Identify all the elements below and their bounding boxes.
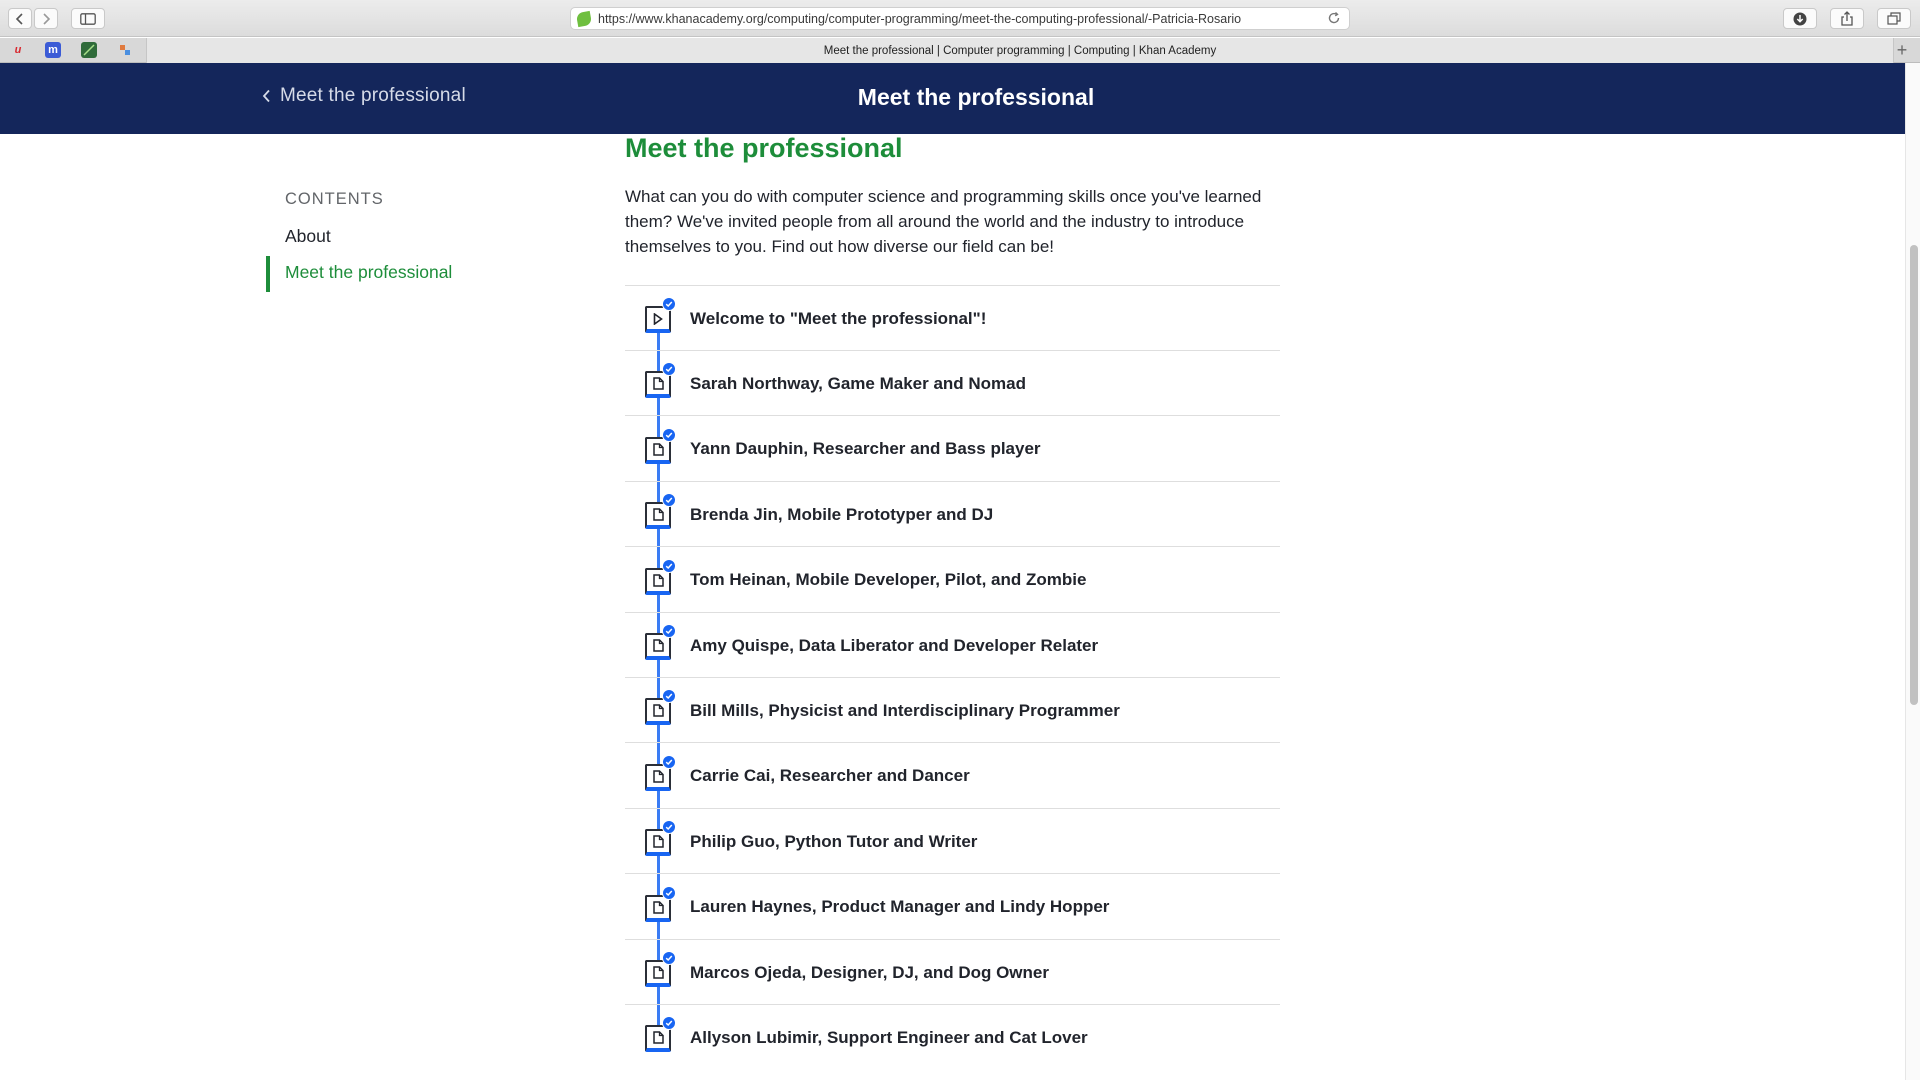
active-indicator [266,256,270,292]
list-item[interactable]: Yann Dauphin, Researcher and Bass player [625,417,1280,482]
list-item-label: Philip Guo, Python Tutor and Writer [690,831,978,851]
list-item-label: Brenda Jin, Mobile Prototyper and DJ [690,504,994,524]
address-bar[interactable]: https://www.khanacademy.org/computing/co… [570,7,1350,30]
list-item-label: Yann Dauphin, Researcher and Bass player [690,439,1041,459]
scrollbar[interactable] [1905,63,1920,1080]
tab-bar: u m Meet the professional | Computer pro… [0,38,1920,63]
forward-button[interactable] [34,8,58,29]
share-icon [1841,11,1853,26]
page-description: What can you do with computer science an… [625,187,1262,256]
share-button[interactable] [1830,8,1864,29]
contents-heading: CONTENTS [285,190,384,208]
checkmark-icon [662,362,676,377]
list-item[interactable]: Brenda Jin, Mobile Prototyper and DJ [625,482,1280,548]
list-item-label: Welcome to "Meet the professional"! [690,308,987,328]
list-item[interactable]: Marcos Ojeda, Designer, DJ, and Dog Owne… [625,940,1280,1005]
sidebar-toggle-button[interactable] [71,8,105,29]
checkmark-icon [662,624,676,638]
list-item[interactable]: Allyson Lubimir, Support Engineer and Ca… [625,1005,1280,1070]
list-item-label: Tom Heinan, Mobile Developer, Pilot, and… [690,570,1087,590]
tab-active[interactable]: Meet the professional | Computer program… [146,38,1894,63]
browser-toolbar: https://www.khanacademy.org/computing/co… [0,0,1920,37]
list-item[interactable]: Philip Guo, Python Tutor and Writer [625,809,1280,875]
back-button[interactable] [8,8,32,29]
checkmark-icon [662,885,676,900]
sidebar-item-about[interactable]: About [285,226,331,247]
sidebar-icon [80,12,96,25]
list-item[interactable]: Carrie Cai, Researcher and Dancer [625,744,1280,809]
url-text: https://www.khanacademy.org/computing/co… [598,11,1242,26]
favicon-chart-icon[interactable] [81,42,97,58]
list-item[interactable]: Tom Heinan, Mobile Developer, Pilot, and… [625,548,1280,613]
list-item-label: Carrie Cai, Researcher and Dancer [690,766,970,786]
favicon-u-icon[interactable]: u [10,42,26,58]
tab-title: Meet the professional | Computer program… [823,44,1217,57]
checkmark-icon [662,1016,676,1031]
chevron-left-icon [15,12,23,25]
site-favicon-icon [575,10,593,27]
checkmark-icon [662,689,676,704]
sidebar-item-meet-the-professional[interactable]: Meet the professional [285,262,452,283]
checkmark-icon [662,951,676,965]
list-item[interactable]: Bill Mills, Physicist and Interdisciplin… [625,678,1280,744]
tabs-icon [1887,12,1901,25]
checkmark-icon [662,558,676,573]
downloads-button[interactable] [1783,8,1817,29]
favicon-blocks-icon[interactable] [117,42,133,58]
checkmark-icon [662,297,676,311]
header-title: Meet the professional [857,84,1095,110]
page-header: Meet the professional Meet the professio… [0,63,1905,134]
list-item[interactable]: Sarah Northway, Game Maker and Nomad [625,351,1280,417]
new-tab-button[interactable]: + [1892,40,1912,60]
reload-icon[interactable] [1327,11,1341,30]
list-item-label: Bill Mills, Physicist and Interdisciplin… [690,700,1120,720]
checkmark-icon [662,493,676,508]
download-icon [1793,12,1807,25]
scrollbar-thumb[interactable] [1910,245,1918,705]
list-item-label: Marcos Ojeda, Designer, DJ, and Dog Owne… [690,962,1049,982]
tabs-overview-button[interactable] [1877,8,1911,29]
favicon-m-icon[interactable]: m [45,42,61,58]
list-item[interactable]: Welcome to "Meet the professional"! [625,286,1280,351]
page-title: Meet the professional [625,133,903,163]
list-item-label: Sarah Northway, Game Maker and Nomad [690,373,1027,393]
chevron-right-icon [43,12,51,25]
checkmark-icon [662,820,676,835]
list-item[interactable]: Lauren Haynes, Product Manager and Lindy… [625,875,1280,940]
checkmark-icon [662,427,676,442]
list-item-label: Allyson Lubimir, Support Engineer and Ca… [690,1027,1088,1047]
list-item-label: Lauren Haynes, Product Manager and Lindy… [690,897,1110,917]
list-item-label: Amy Quispe, Data Liberator and Developer… [690,635,1099,655]
checkmark-icon [662,754,676,769]
list-item[interactable]: Amy Quispe, Data Liberator and Developer… [625,613,1280,678]
